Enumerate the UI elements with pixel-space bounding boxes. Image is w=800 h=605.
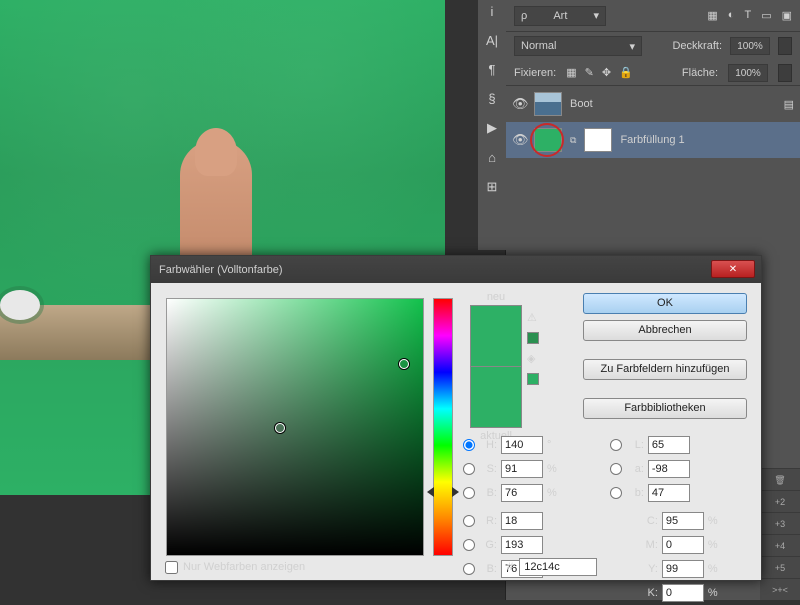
opacity-value[interactable]: 100% xyxy=(730,37,770,55)
gamut-swatch[interactable] xyxy=(527,332,539,344)
input-lb[interactable] xyxy=(648,484,690,502)
preview-new[interactable] xyxy=(470,305,522,367)
filter-icon[interactable]: ▤ xyxy=(784,98,794,111)
opacity-stepper[interactable] xyxy=(778,37,792,55)
input-s[interactable] xyxy=(501,460,543,478)
lock-label: Fixieren: xyxy=(514,67,556,79)
snap-icon[interactable]: § xyxy=(488,91,495,106)
add-swatch-button[interactable]: Zu Farbfeldern hinzufügen xyxy=(583,359,747,380)
blend-row: Normal▾ Deckkraft: 100% xyxy=(506,32,800,60)
layer-kind-select[interactable]: ρArt▾ xyxy=(514,6,606,26)
filter-pixel-icon[interactable]: ▦ xyxy=(707,9,717,22)
radio-g[interactable] xyxy=(463,539,475,551)
radio-l[interactable] xyxy=(610,439,622,451)
layer-filter-icons[interactable]: ▦ ◐ T ▭ ▣ xyxy=(707,9,792,22)
input-l[interactable] xyxy=(648,436,690,454)
link-icon[interactable]: ⧉ xyxy=(570,135,576,146)
input-y[interactable] xyxy=(662,560,704,578)
panel-tab[interactable]: >+< xyxy=(760,578,800,600)
para-panel-icon[interactable]: ¶ xyxy=(489,62,496,77)
color-marker-new[interactable] xyxy=(399,359,409,369)
fill-label: Fläche: xyxy=(682,67,718,79)
panel-tab[interactable]: +3 xyxy=(760,512,800,534)
layers-header: ρArt▾ ▦ ◐ T ▭ ▣ xyxy=(506,0,800,32)
radio-h[interactable] xyxy=(463,439,475,451)
opacity-label: Deckkraft: xyxy=(672,40,722,52)
input-hex[interactable] xyxy=(519,558,597,576)
input-a[interactable] xyxy=(648,460,690,478)
color-fields: H:° S:% B:% R: G: B: L: a: b: C:% M:% Y:… xyxy=(463,433,747,605)
input-b[interactable] xyxy=(501,484,543,502)
warn-icons: ⚠ ◈ xyxy=(527,311,539,385)
radio-lb[interactable] xyxy=(610,487,622,499)
lock-icons[interactable]: ▦ ✎ ✥ 🔒 xyxy=(566,66,633,79)
preview-current[interactable] xyxy=(470,366,522,428)
libraries-button[interactable]: Farbbibliotheken xyxy=(583,398,747,419)
lock-row: Fixieren: ▦ ✎ ✥ 🔒 Fläche: 100% xyxy=(506,60,800,86)
filter-smart-icon[interactable]: ▣ xyxy=(782,9,792,22)
lock-pos-icon[interactable]: ✥ xyxy=(602,66,611,79)
panel-tab[interactable]: +2 xyxy=(760,490,800,512)
color-picker-dialog: Farbwähler (Volltonfarbe) ✕ neu aktuell … xyxy=(150,255,762,581)
input-h[interactable] xyxy=(501,436,543,454)
radio-r[interactable] xyxy=(463,515,475,527)
layer-row-boot[interactable]: 👁 Boot ▤ xyxy=(506,86,800,122)
info-icon[interactable]: i xyxy=(491,4,494,19)
filter-adjust-icon[interactable]: ◐ xyxy=(728,9,735,22)
new-label: neu xyxy=(487,291,505,303)
hue-slider[interactable] xyxy=(433,298,453,556)
lock-pixels-icon[interactable]: ✎ xyxy=(585,66,594,79)
fill-value[interactable]: 100% xyxy=(728,64,768,82)
panel-tab[interactable]: +5 xyxy=(760,556,800,578)
input-g[interactable] xyxy=(501,536,543,554)
hex-label: # xyxy=(507,561,513,573)
input-m[interactable] xyxy=(662,536,704,554)
play-icon[interactable]: ▶ xyxy=(487,120,497,136)
lock-trans-icon[interactable]: ▦ xyxy=(566,66,576,79)
radio-b[interactable] xyxy=(463,487,475,499)
swatches-icon[interactable]: ⌂ xyxy=(488,150,496,165)
web-swatch[interactable] xyxy=(527,373,539,385)
dialog-buttons: OK Abbrechen Zu Farbfeldern hinzufügen F… xyxy=(583,293,747,419)
filter-type-icon[interactable]: T xyxy=(744,9,751,22)
close-button[interactable]: ✕ xyxy=(711,260,755,278)
char-panel-icon[interactable]: A| xyxy=(486,33,498,48)
preview-column: neu aktuell xyxy=(461,291,531,442)
dialog-title: Farbwähler (Volltonfarbe) xyxy=(159,264,283,276)
radio-a[interactable] xyxy=(610,463,622,475)
cube-icon[interactable]: ◈ xyxy=(527,352,539,365)
gamut-warn-icon[interactable]: ⚠ xyxy=(527,311,539,324)
filter-shape-icon[interactable]: ▭ xyxy=(761,9,771,22)
web-only-checkbox[interactable]: Nur Webfarben anzeigen xyxy=(165,561,305,574)
radio-s[interactable] xyxy=(463,463,475,475)
panel-tab[interactable]: +4 xyxy=(760,534,800,556)
hex-row: Nur Webfarben anzeigen # xyxy=(165,558,597,576)
visibility-icon[interactable]: 👁 xyxy=(512,96,526,112)
layer-row-fill[interactable]: 👁 ⧉ Farbfüllung 1 xyxy=(506,122,800,158)
color-marker-current[interactable] xyxy=(275,423,285,433)
blend-mode-select[interactable]: Normal▾ xyxy=(514,36,642,56)
input-c[interactable] xyxy=(662,512,704,530)
vertical-toolbar: i A| ¶ § ▶ ⌂ ⊞ xyxy=(478,0,506,250)
collapsed-panels: 🗑 +2 +3 +4 +5 >+< xyxy=(760,468,800,600)
cancel-button[interactable]: Abbrechen xyxy=(583,320,747,341)
saturation-field[interactable] xyxy=(166,298,424,556)
trash-icon[interactable]: 🗑 xyxy=(760,468,800,490)
input-r[interactable] xyxy=(501,512,543,530)
layer-name[interactable]: Farbfüllung 1 xyxy=(620,134,684,146)
lock-all-icon[interactable]: 🔒 xyxy=(619,66,633,79)
layer-name[interactable]: Boot xyxy=(570,98,593,110)
fill-stepper[interactable] xyxy=(778,64,792,82)
grid-icon[interactable]: ⊞ xyxy=(487,179,498,195)
layer-thumb[interactable] xyxy=(534,92,562,116)
visibility-icon[interactable]: 👁 xyxy=(512,132,526,148)
dialog-titlebar[interactable]: Farbwähler (Volltonfarbe) ✕ xyxy=(151,256,761,283)
fill-thumb[interactable] xyxy=(534,128,562,152)
mask-thumb[interactable] xyxy=(584,128,612,152)
input-k[interactable] xyxy=(662,584,704,602)
ok-button[interactable]: OK xyxy=(583,293,747,314)
